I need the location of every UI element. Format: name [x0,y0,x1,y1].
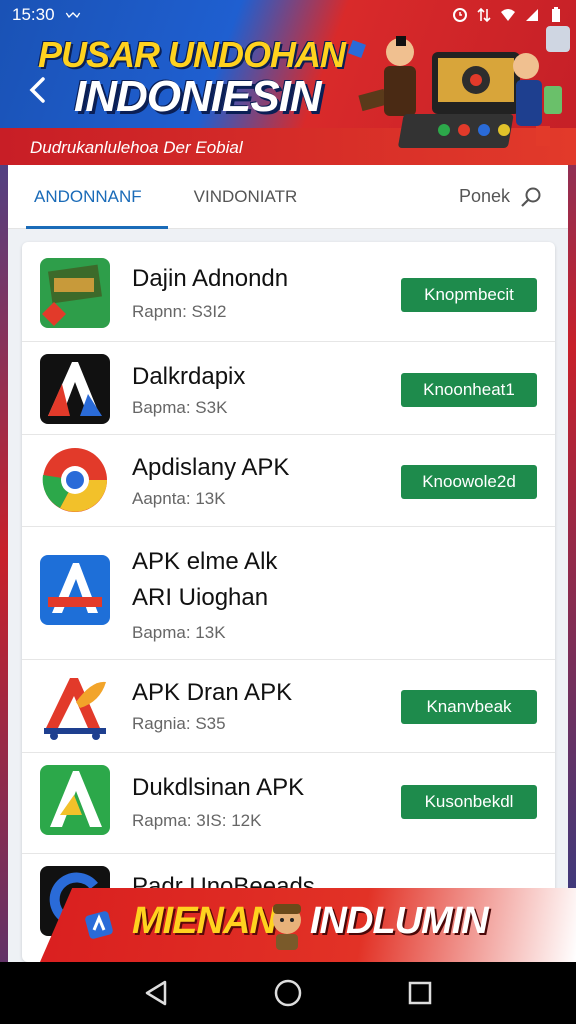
notification-icon [65,12,80,19]
hero-title-line1: PUSAR UNDOHAN [38,34,346,75]
back-button[interactable] [22,72,52,108]
promo-logo-icon [85,911,113,939]
data-icon [477,7,491,23]
hero-subtitle: Dudrukanlulehoa Der Eobial [30,138,243,157]
list-item[interactable]: Dukdlsinan APK Rapma: 3IS: 12K Kusonbekd… [22,753,555,854]
download-button[interactable]: Knoowole2d [401,465,537,499]
app-list: Dajin Adnondn Rapnn: S3I2 Knopmbecit Dal… [22,242,555,962]
promo-text-right: INDLUMIN [310,900,489,942]
chevron-left-icon [29,77,45,103]
list-item[interactable]: Apdislany APK Aapnta: 13K Knoowole2d [22,435,555,527]
home-circle-icon [274,979,302,1007]
app-name: Dukdlsinan APK [132,774,305,801]
app-name: Dajin Adnondn [132,265,289,292]
app-icon-dalkrdapix [40,354,110,424]
app-icon-apk-elme [40,555,110,625]
search-icon [521,187,541,207]
tab-andonnanf[interactable]: ANDONNANF [8,165,168,229]
list-item[interactable]: Dajin Adnondn Rapnn: S3I2 Knopmbecit [22,242,555,342]
app-icon-dukdlsinan [40,765,110,835]
app-meta: Ragnia: S35 [132,714,226,733]
search-label: Ponek [458,186,510,206]
tab-bar: ANDONNANF VINDONIATR Ponek [8,165,568,229]
list-item[interactable]: APK elme Alk ARI Uioghan Bapma: 13K [22,527,555,660]
download-button[interactable]: Knopmbecit [401,278,537,312]
status-time: 15:30 [12,5,55,24]
app-name: APK Dran APK [132,679,293,706]
promo-character-icon [273,904,301,950]
download-button[interactable]: Knoonheat1 [401,373,537,407]
signal-icon [526,9,538,21]
nav-back-button[interactable] [136,973,176,1013]
nav-recents-button[interactable] [400,973,440,1013]
list-item[interactable]: APK Dran APK Ragnia: S35 Knanvbeak [22,660,555,753]
hero-title-line2: INDONIESIN [74,72,322,121]
tab-vindoniatr[interactable]: VINDONIATR [168,165,324,229]
download-button[interactable]: Knanvbeak [401,690,537,724]
list-item[interactable]: Dalkrdapix Bapma: S3K Knoonheat1 [22,342,555,435]
app-meta: Aapnta: 13K [132,489,226,508]
app-icon-apdislany [42,448,107,512]
recents-square-icon [408,981,432,1005]
battery-icon [552,7,560,22]
wifi-icon [501,9,515,21]
app-meta: Bapma: S3K [132,398,228,417]
search-button[interactable]: Ponek [459,186,568,208]
app-name: Apdislany APK [132,454,290,481]
hero-illustration [348,26,570,148]
back-triangle-icon [145,980,167,1006]
alarm-icon [453,8,467,22]
app-name: APK elme Alk [132,548,278,575]
app-meta: Rapnn: S3I2 [132,302,227,321]
app-name: Dalkrdapix [132,363,246,390]
system-nav-bar [0,962,576,1024]
promo-banner[interactable] [40,888,576,962]
nav-home-button[interactable] [268,973,308,1013]
app-meta: Bapma: 13K [132,623,226,642]
app-meta: Rapma: 3IS: 12K [132,811,262,830]
app-name-line2: ARI Uioghan [132,584,269,611]
promo-text-left: MIENAN [132,900,277,942]
app-icon-dajin [40,258,110,328]
status-bar: 15:30 [0,0,576,30]
download-button[interactable]: Kusonbekdl [401,785,537,819]
app-icon-apk-dran [44,678,106,740]
